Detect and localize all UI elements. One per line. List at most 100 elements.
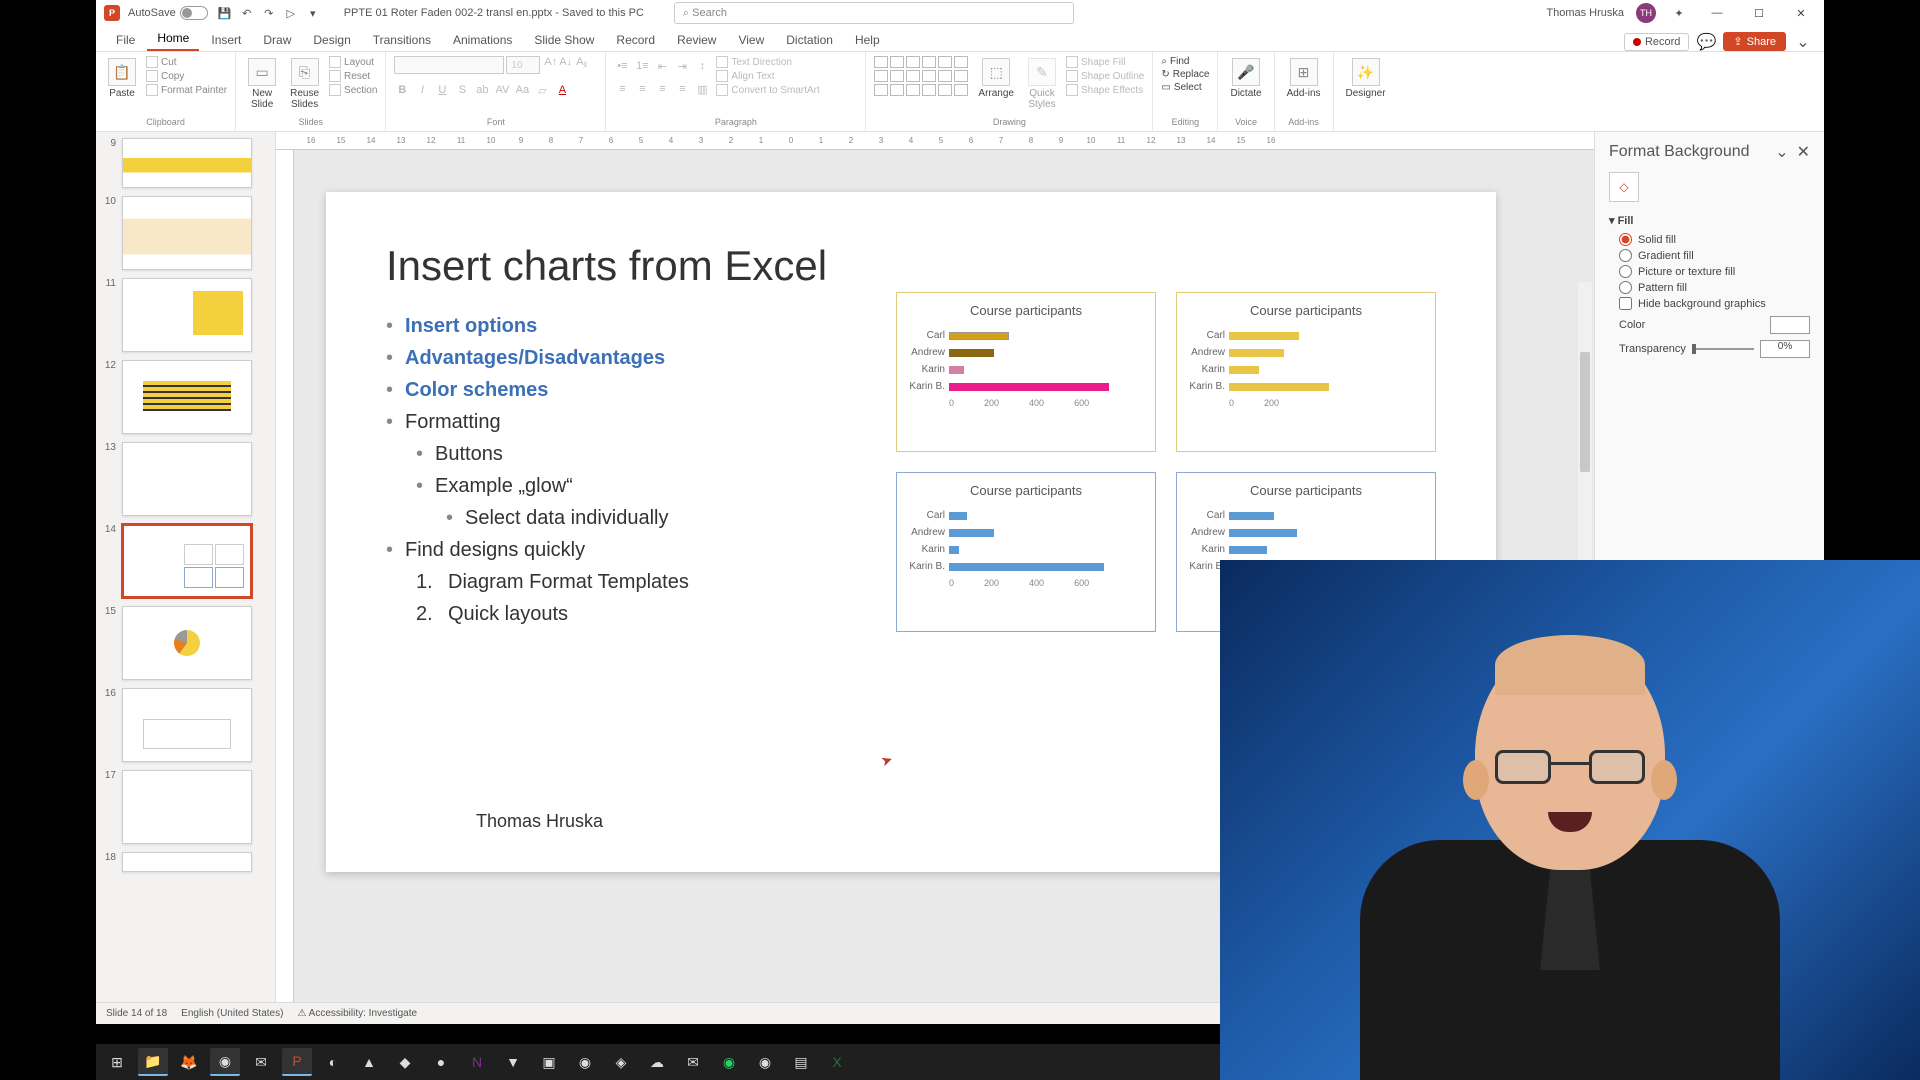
minimize-button[interactable]: — [1702,3,1732,23]
save-icon[interactable]: 💾 [216,4,234,22]
format-painter-button[interactable]: Format Painter [146,84,227,96]
section-button[interactable]: Section [329,84,377,96]
undo-icon[interactable]: ↶ [238,4,256,22]
underline-button[interactable]: U [434,84,450,97]
ribbon-options-icon[interactable]: ⌄ [1794,33,1812,51]
thumb-16[interactable] [122,688,252,762]
columns-icon[interactable]: ▥ [694,83,710,96]
solid-fill-radio[interactable]: Solid fill [1619,233,1810,246]
shapes-gallery[interactable] [874,56,968,96]
hide-bg-checkbox[interactable]: Hide background graphics [1619,297,1810,310]
from-beginning-icon[interactable]: ▷ [282,4,300,22]
designer-button[interactable]: ✨Designer [1342,56,1390,101]
close-button[interactable]: ✕ [1786,3,1816,23]
tb-app2-icon[interactable]: ◆ [390,1048,420,1076]
select-button[interactable]: ▭Select [1161,82,1209,93]
thumb-13[interactable] [122,442,252,516]
tab-draw[interactable]: Draw [253,29,301,51]
fill-tab-icon[interactable]: ◇ [1609,172,1639,202]
align-left-icon[interactable]: ≡ [614,83,630,96]
reset-button[interactable]: Reset [329,70,377,82]
tab-help[interactable]: Help [845,29,890,51]
case-button[interactable]: Aa [514,84,530,97]
font-size-input[interactable]: 10 [506,56,540,74]
spacing-button[interactable]: AV [494,84,510,97]
tb-firefox-icon[interactable]: 🦊 [174,1048,204,1076]
tb-outlook-icon[interactable]: ✉ [246,1048,276,1076]
reuse-slides-button[interactable]: ⎘Reuse Slides [286,56,323,112]
tb-onenote-icon[interactable]: N [462,1048,492,1076]
paste-button[interactable]: 📋Paste [104,56,140,101]
tab-view[interactable]: View [728,29,774,51]
tab-slideshow[interactable]: Slide Show [524,29,604,51]
tb-vlc-icon[interactable]: ▲ [354,1048,384,1076]
italic-button[interactable]: I [414,84,430,97]
font-color-button[interactable]: A [554,84,570,97]
tb-chrome-icon[interactable]: ◉ [210,1048,240,1076]
bold-button[interactable]: B [394,84,410,97]
tab-animations[interactable]: Animations [443,29,522,51]
shape-fill-button[interactable]: Shape Fill [1066,56,1144,68]
new-slide-button[interactable]: ▭New Slide [244,56,280,112]
thumb-15[interactable] [122,606,252,680]
align-center-icon[interactable]: ≡ [634,83,650,96]
tb-excel-icon[interactable]: X [822,1048,852,1076]
tab-dictation[interactable]: Dictation [776,29,843,51]
language-status[interactable]: English (United States) [181,1008,283,1019]
shadow-button[interactable]: ab [474,84,490,97]
tab-record[interactable]: Record [606,29,665,51]
shape-effects-button[interactable]: Shape Effects [1066,84,1144,96]
smartart-button[interactable]: Convert to SmartArt [716,84,819,96]
copy-button[interactable]: Copy [146,70,227,82]
indent-dec-icon[interactable]: ⇤ [654,60,670,73]
record-button[interactable]: Record [1624,33,1689,51]
thumb-11[interactable] [122,278,252,352]
color-picker[interactable] [1770,316,1810,334]
pane-dropdown-icon[interactable]: ⌄ [1775,142,1788,162]
tb-app4-icon[interactable]: ▼ [498,1048,528,1076]
tb-app-icon[interactable]: ◐ [318,1048,348,1076]
clear-format-icon[interactable]: Aᵪ [576,56,587,74]
tab-transitions[interactable]: Transitions [363,29,441,51]
coming-soon-icon[interactable]: ✦ [1670,4,1688,22]
tb-powerpoint-icon[interactable]: P [282,1048,312,1076]
highlight-button[interactable]: ▱ [534,84,550,97]
pattern-fill-radio[interactable]: Pattern fill [1619,281,1810,294]
shape-outline-button[interactable]: Shape Outline [1066,70,1144,82]
bullets-icon[interactable]: •≡ [614,60,630,73]
thumb-10[interactable] [122,196,252,270]
tb-whatsapp-icon[interactable]: ◉ [714,1048,744,1076]
maximize-button[interactable]: ☐ [1744,3,1774,23]
redo-icon[interactable]: ↷ [260,4,278,22]
tab-design[interactable]: Design [303,29,360,51]
thumb-14[interactable] [122,524,252,598]
thumb-18[interactable] [122,852,252,872]
tb-app10-icon[interactable]: ▤ [786,1048,816,1076]
replace-button[interactable]: ↻Replace [1161,69,1209,80]
accessibility-status[interactable]: ⚠ Accessibility: Investigate [297,1008,417,1019]
text-direction-button[interactable]: Text Direction [716,56,819,68]
tab-home[interactable]: Home [147,27,199,51]
tab-insert[interactable]: Insert [201,29,251,51]
scrollbar-thumb[interactable] [1580,352,1590,472]
tb-app3-icon[interactable]: ● [426,1048,456,1076]
pane-close-icon[interactable]: ✕ [1797,142,1810,162]
start-button[interactable]: ⊞ [102,1048,132,1076]
linespacing-icon[interactable]: ↕ [694,60,710,73]
tb-app9-icon[interactable]: ◉ [750,1048,780,1076]
tb-app6-icon[interactable]: ◉ [570,1048,600,1076]
font-name-input[interactable] [394,56,504,74]
tab-file[interactable]: File [106,29,145,51]
tb-app8-icon[interactable]: ☁ [642,1048,672,1076]
quick-styles-button[interactable]: ✎Quick Styles [1024,56,1060,112]
gradient-fill-radio[interactable]: Gradient fill [1619,249,1810,262]
tab-review[interactable]: Review [667,29,726,51]
align-right-icon[interactable]: ≡ [654,83,670,96]
qat-more-icon[interactable]: ▾ [304,4,322,22]
thumb-9[interactable] [122,138,252,188]
toggle-off-icon[interactable] [180,6,208,20]
transparency-value[interactable]: 0% [1760,340,1810,358]
transparency-slider[interactable] [1692,348,1754,350]
arrange-button[interactable]: ⬚Arrange [974,56,1018,101]
find-button[interactable]: ⌕Find [1161,56,1209,67]
